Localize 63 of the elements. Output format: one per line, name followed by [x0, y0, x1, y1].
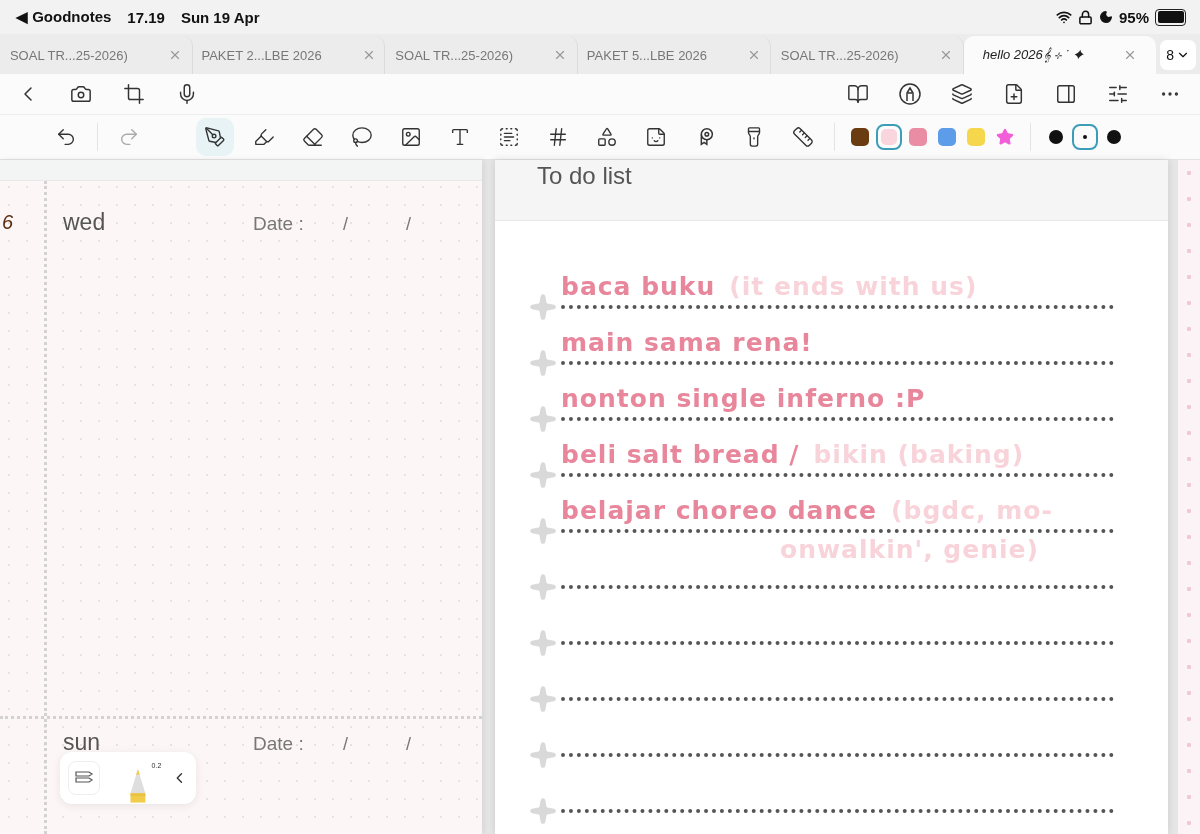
hashtag-icon — [547, 126, 569, 148]
date-separator: / — [406, 214, 412, 235]
day-label: wed — [63, 209, 107, 236]
wifi-icon — [1055, 9, 1072, 25]
day-label: sun — [63, 729, 102, 756]
sparkle-icon — [529, 405, 557, 433]
todo-text: baca buku — [561, 272, 716, 301]
back-to-app-link[interactable]: ◀ Goodnotes — [16, 8, 112, 26]
pen-circle-icon[interactable] — [898, 82, 922, 106]
crop-icon[interactable] — [123, 83, 145, 105]
image-icon — [400, 126, 422, 148]
layers-icon[interactable] — [951, 83, 973, 105]
sparkle-icon — [529, 349, 557, 377]
sparkle-icon — [529, 797, 557, 825]
highlighter-icon — [253, 126, 275, 148]
sidebar-icon[interactable] — [1055, 83, 1077, 105]
todo-text: nonton single inferno :P — [561, 384, 926, 413]
sparkle-icon — [529, 517, 557, 545]
sticker-icon — [645, 126, 667, 148]
text-box-icon — [449, 126, 471, 148]
battery-icon — [1155, 8, 1186, 26]
text-select-icon — [498, 126, 520, 148]
sparkle-icon — [529, 741, 557, 769]
date-separator: / — [343, 214, 349, 235]
undo-icon — [55, 126, 77, 148]
pen-switch-button[interactable] — [68, 761, 100, 795]
add-page-icon[interactable] — [1003, 83, 1025, 105]
sparkle-icon — [529, 629, 557, 657]
tab-count-button[interactable]: 8 — [1160, 40, 1196, 70]
sparkle-icon — [529, 461, 557, 489]
moon-icon — [1098, 10, 1113, 24]
sparkle-icon — [529, 293, 557, 321]
pen-icon — [204, 126, 226, 148]
date: Sun 19 Apr — [180, 8, 260, 26]
battery-percentage: 95% — [1118, 8, 1149, 26]
date-separator: / — [343, 734, 349, 755]
pens-icon — [73, 770, 94, 786]
todo-text: beli salt bread / — [561, 440, 800, 469]
settings-icon[interactable] — [1107, 83, 1129, 105]
todo-text: main sama rena! — [561, 328, 813, 357]
ruler-icon — [792, 126, 814, 148]
eraser-icon — [302, 126, 324, 148]
date-separator: / — [406, 734, 412, 755]
date-label: Date : — [253, 733, 305, 755]
lasso-icon — [351, 126, 373, 148]
redo-icon — [118, 126, 140, 148]
todo-text: belajar choreo dance — [561, 496, 878, 525]
sparkle-icon — [529, 685, 557, 713]
page-title: To do list — [537, 162, 632, 190]
camera-icon[interactable] — [70, 83, 92, 105]
size-dot — [1049, 130, 1063, 144]
size-dot — [1107, 130, 1121, 144]
date-label: Date : — [253, 213, 305, 235]
pen-tool[interactable] — [196, 118, 234, 156]
sparkle-icon — [529, 573, 557, 601]
document-tab[interactable]: hello 2026𝄞 ⊹ ˙ ✦ — [963, 36, 1157, 74]
shapes-icon — [596, 126, 618, 148]
book-icon[interactable] — [847, 83, 869, 105]
clock: 17.19 — [127, 8, 165, 26]
size-dot — [1083, 135, 1087, 139]
handwritten-mark: 6 — [2, 211, 14, 233]
color-swatch[interactable] — [876, 124, 902, 150]
lock-icon — [1077, 9, 1093, 25]
